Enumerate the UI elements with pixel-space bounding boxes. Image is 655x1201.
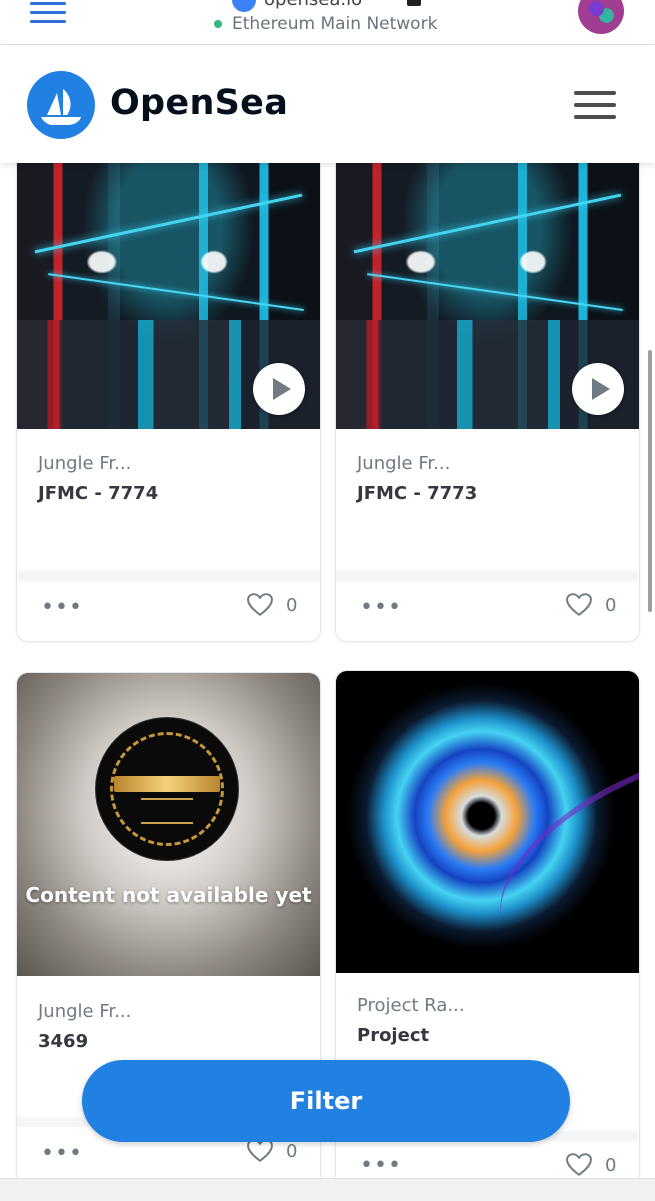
heart-icon[interactable] xyxy=(566,1153,592,1177)
nft-card[interactable]: Jungle Fr... JFMC - 7773 ••• 0 xyxy=(335,140,640,642)
nft-media-placeholder[interactable]: Content not available yet xyxy=(17,673,320,976)
card-divider xyxy=(336,571,639,581)
nft-name: Project xyxy=(357,1025,430,1046)
heart-icon[interactable] xyxy=(566,593,592,617)
nft-card[interactable]: Jungle Fr... JFMC - 7774 ••• 0 xyxy=(16,140,321,642)
more-options-icon[interactable]: ••• xyxy=(360,1155,402,1177)
wallet-menu-icon[interactable] xyxy=(30,2,66,24)
network-indicator[interactable]: Ethereum Main Network xyxy=(214,14,437,34)
network-status-dot xyxy=(214,20,222,28)
heart-icon[interactable] xyxy=(247,593,273,617)
like-count: 0 xyxy=(286,1141,298,1162)
content-unavailable-text: Content not available yet xyxy=(25,883,312,907)
more-options-icon[interactable]: ••• xyxy=(41,1143,83,1165)
hamburger-menu-icon[interactable] xyxy=(574,91,616,119)
filter-button[interactable]: Filter xyxy=(82,1060,570,1142)
collection-name[interactable]: Jungle Fr... xyxy=(38,453,131,474)
jungle-freaks-motor-club-logo xyxy=(95,717,239,861)
browser-bottom-bar xyxy=(0,1178,655,1201)
like-count: 0 xyxy=(605,595,617,616)
wallet-top-bar: opensea.io Ethereum Main Network xyxy=(0,0,655,45)
lock-icon xyxy=(407,0,421,6)
nft-media-video[interactable] xyxy=(336,141,639,429)
network-name: Ethereum Main Network xyxy=(232,14,438,34)
globe-icon xyxy=(232,0,256,12)
collection-name[interactable]: Jungle Fr... xyxy=(357,453,450,474)
account-avatar[interactable] xyxy=(578,0,624,34)
more-options-icon[interactable]: ••• xyxy=(41,597,83,619)
brand-name[interactable]: OpenSea xyxy=(110,83,288,123)
nft-name: JFMC - 7774 xyxy=(38,483,159,504)
nft-media-video[interactable] xyxy=(17,141,320,429)
play-icon[interactable] xyxy=(572,363,624,415)
nft-name: 3469 xyxy=(38,1031,89,1052)
heart-icon[interactable] xyxy=(247,1139,273,1163)
collection-name[interactable]: Jungle Fr... xyxy=(38,1001,131,1022)
scrollbar[interactable] xyxy=(648,350,652,612)
like-count: 0 xyxy=(605,1155,617,1176)
collection-name[interactable]: Project Ra... xyxy=(357,995,465,1016)
nft-name: JFMC - 7773 xyxy=(357,483,478,504)
opensea-logo-icon[interactable] xyxy=(27,71,95,139)
like-count: 0 xyxy=(286,595,298,616)
play-icon[interactable] xyxy=(253,363,305,415)
wallet-site-title: opensea.io xyxy=(232,0,362,12)
card-divider xyxy=(17,571,320,581)
nft-media-image[interactable] xyxy=(336,671,639,973)
more-options-icon[interactable]: ••• xyxy=(360,597,402,619)
site-header: OpenSea xyxy=(0,45,655,163)
